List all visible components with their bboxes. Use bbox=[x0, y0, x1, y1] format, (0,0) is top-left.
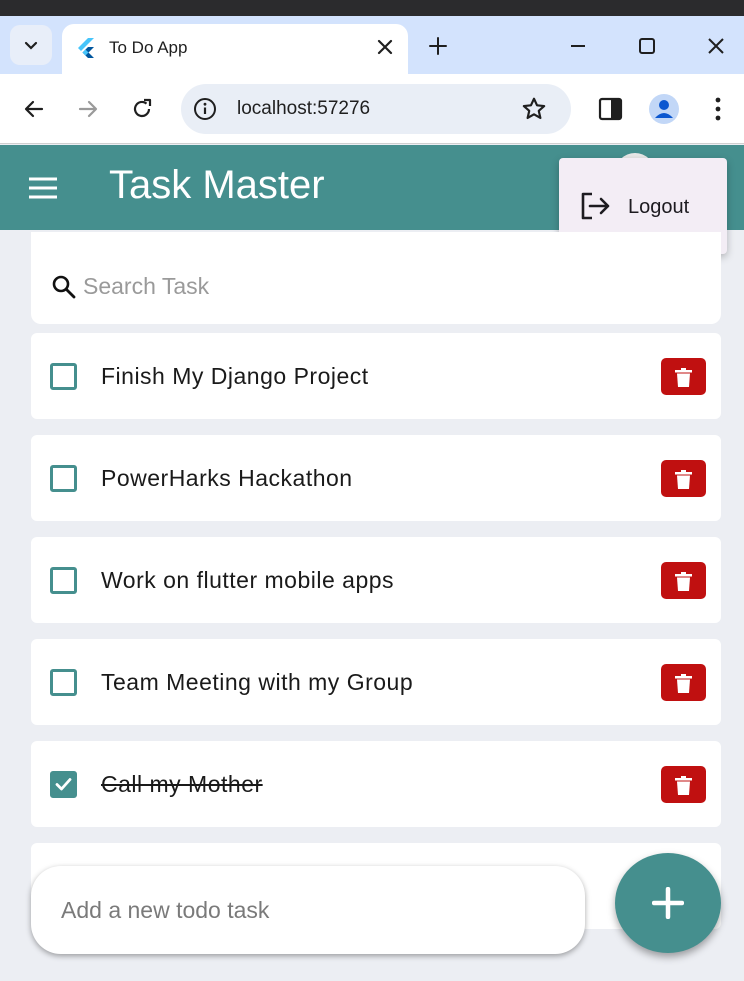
url-text[interactable]: localhost:57276 bbox=[237, 98, 370, 120]
task-item: Finish My Django Project bbox=[31, 333, 721, 419]
trash-icon bbox=[675, 776, 692, 795]
forward-icon[interactable] bbox=[76, 97, 100, 121]
add-task-button[interactable] bbox=[615, 853, 721, 953]
checkmark-icon bbox=[55, 778, 72, 791]
maximize-icon[interactable] bbox=[635, 34, 659, 58]
add-task-input[interactable] bbox=[61, 890, 561, 930]
task-checkbox[interactable] bbox=[50, 567, 77, 594]
delete-task-button[interactable] bbox=[661, 664, 706, 701]
chevron-down-icon bbox=[24, 41, 38, 50]
task-checkbox[interactable] bbox=[50, 465, 77, 492]
new-tab-icon[interactable] bbox=[426, 34, 450, 58]
task-item: PowerHarks Hackathon bbox=[31, 435, 721, 521]
trash-icon bbox=[675, 674, 692, 693]
search-box bbox=[31, 232, 721, 324]
trash-icon bbox=[675, 572, 692, 591]
user-icon bbox=[655, 100, 673, 118]
delete-task-button[interactable] bbox=[661, 562, 706, 599]
task-item: Team Meeting with my Group bbox=[31, 639, 721, 725]
task-checkbox[interactable] bbox=[50, 363, 77, 390]
profile-avatar[interactable] bbox=[649, 94, 679, 124]
logout-icon bbox=[581, 192, 610, 220]
window-top-strip bbox=[0, 0, 744, 16]
bookmark-star-icon[interactable] bbox=[521, 96, 547, 122]
task-text: Team Meeting with my Group bbox=[101, 669, 414, 695]
back-icon[interactable] bbox=[22, 97, 46, 121]
task-item: Work on flutter mobile apps bbox=[31, 537, 721, 623]
address-bar: localhost:57276 bbox=[0, 74, 744, 144]
delete-task-button[interactable] bbox=[661, 766, 706, 803]
info-icon[interactable] bbox=[193, 97, 217, 121]
side-panel-icon[interactable] bbox=[598, 97, 624, 121]
search-icon bbox=[52, 275, 76, 299]
close-tab-icon[interactable] bbox=[374, 36, 396, 58]
task-checkbox[interactable] bbox=[50, 669, 77, 696]
flutter-icon bbox=[78, 38, 94, 58]
page-title: Task Master bbox=[109, 163, 325, 207]
task-text: Finish My Django Project bbox=[101, 363, 369, 389]
add-task-box bbox=[31, 866, 585, 954]
task-text: PowerHarks Hackathon bbox=[101, 465, 353, 491]
delete-task-button[interactable] bbox=[661, 460, 706, 497]
search-input[interactable] bbox=[83, 266, 683, 306]
tab-search-button[interactable] bbox=[10, 25, 52, 65]
logout-label: Logout bbox=[628, 196, 690, 218]
hamburger-menu-icon[interactable] bbox=[28, 177, 58, 199]
tab-bar: To Do App bbox=[0, 16, 744, 74]
reload-icon[interactable] bbox=[130, 97, 154, 121]
minimize-icon[interactable] bbox=[566, 34, 590, 58]
omnibox[interactable]: localhost:57276 bbox=[181, 84, 571, 134]
close-window-icon[interactable] bbox=[704, 34, 728, 58]
browser-tab[interactable]: To Do App bbox=[62, 24, 408, 74]
more-options-icon[interactable] bbox=[707, 96, 729, 122]
task-item: Call my Mother bbox=[31, 741, 721, 827]
trash-icon bbox=[675, 470, 692, 489]
tab-title: To Do App bbox=[109, 38, 188, 57]
trash-icon bbox=[675, 368, 692, 387]
delete-task-button[interactable] bbox=[661, 358, 706, 395]
task-text: Work on flutter mobile apps bbox=[101, 567, 395, 593]
task-text: Call my Mother bbox=[101, 771, 263, 797]
plus-icon bbox=[652, 887, 684, 919]
task-checkbox-checked[interactable] bbox=[50, 771, 77, 798]
